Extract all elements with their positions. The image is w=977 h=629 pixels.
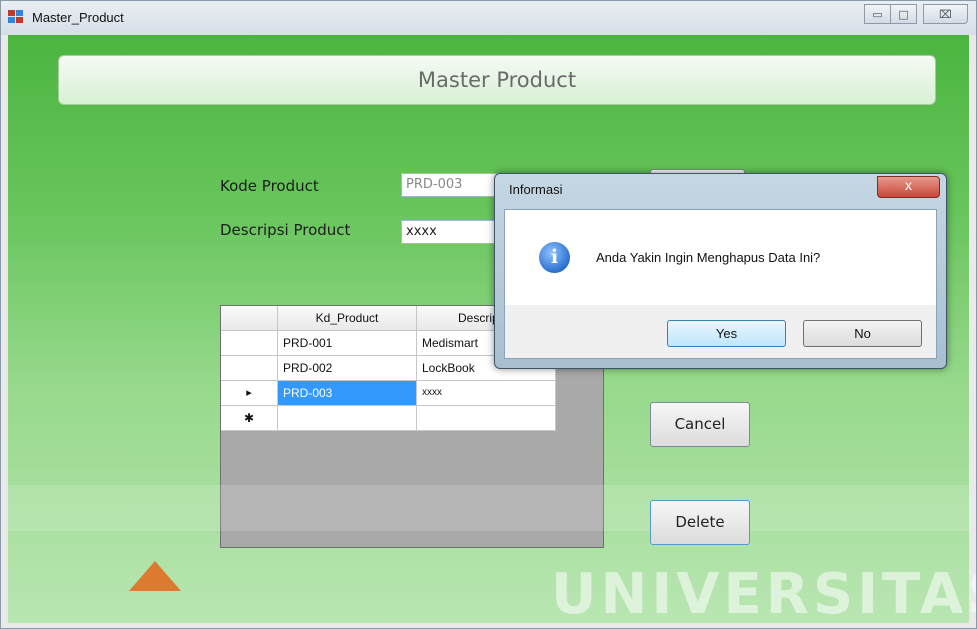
dialog-title: Informasi	[509, 182, 563, 197]
descripsi-product-input[interactable]: xxxx	[401, 220, 501, 244]
background-band	[8, 485, 969, 531]
cancel-button[interactable]: Cancel	[650, 402, 750, 447]
title-bar[interactable]: Master_Product ▭ □ ⌧	[1, 1, 976, 35]
window-controls: ▭ □ ⌧	[864, 4, 968, 24]
header-panel: Master Product	[58, 55, 936, 105]
app-icon	[8, 10, 24, 24]
window-title: Master_Product	[32, 10, 124, 25]
info-icon: i	[539, 242, 570, 273]
delete-button[interactable]: Delete	[650, 500, 750, 545]
cell-descripsi[interactable]: xxxx	[417, 381, 556, 406]
kode-product-input[interactable]: PRD-003	[401, 173, 501, 197]
current-row-arrow-icon[interactable]: ▸	[221, 381, 278, 406]
confirm-dialog: Informasi x i Anda Yakin Ingin Menghapus…	[494, 173, 947, 369]
dialog-close-button[interactable]: x	[877, 176, 940, 198]
cell-kd-product[interactable]: PRD-002	[278, 356, 417, 381]
maximize-button[interactable]: □	[890, 4, 917, 24]
cell-kd-product[interactable]: PRD-001	[278, 331, 417, 356]
row-header[interactable]	[221, 356, 278, 381]
dialog-body: i Anda Yakin Ingin Menghapus Data Ini? Y…	[504, 209, 937, 359]
minimize-button[interactable]: ▭	[864, 4, 891, 24]
cell-kd-product[interactable]: PRD-003	[278, 381, 417, 406]
no-button[interactable]: No	[803, 320, 922, 347]
cell-descripsi[interactable]	[417, 406, 556, 431]
yes-button[interactable]: Yes	[667, 320, 786, 347]
descripsi-product-label: Descripsi Product	[220, 221, 351, 239]
watermark-text: UNIVERSITAS	[551, 562, 977, 627]
main-window: Master_Product ▭ □ ⌧ Master Product Kode…	[0, 0, 977, 629]
kode-product-label: Kode Product	[220, 177, 319, 195]
watermark-logo	[129, 561, 181, 591]
grid-corner-cell	[221, 306, 278, 331]
dialog-message: Anda Yakin Ingin Menghapus Data Ini?	[596, 250, 821, 265]
column-header-kd-product[interactable]: Kd_Product	[278, 306, 417, 331]
cell-kd-product[interactable]	[278, 406, 417, 431]
close-icon: x	[904, 179, 913, 194]
close-icon: ⌧	[939, 7, 952, 21]
row-header[interactable]	[221, 331, 278, 356]
new-row-asterisk-icon[interactable]: ✱	[221, 406, 278, 431]
page-title: Master Product	[417, 68, 577, 92]
close-button[interactable]: ⌧	[923, 4, 968, 24]
maximize-icon: □	[898, 7, 909, 21]
dialog-message-area: i Anda Yakin Ingin Menghapus Data Ini?	[505, 210, 936, 305]
minimize-icon: ▭	[872, 7, 883, 21]
